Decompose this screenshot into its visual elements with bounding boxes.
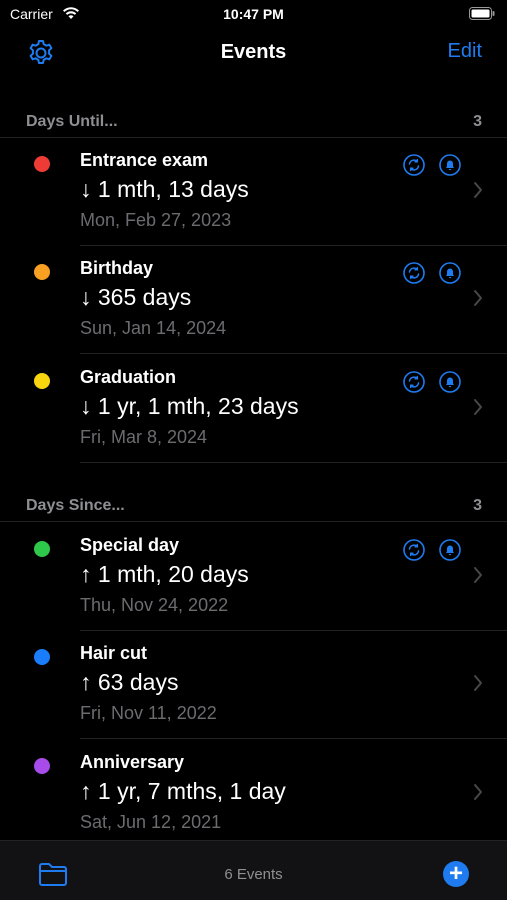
event-date: Sat, Jun 12, 2021 — [80, 812, 222, 832]
bell-icon — [439, 371, 461, 393]
chevron-right-icon — [474, 290, 482, 306]
repeat-icon — [402, 539, 425, 561]
row-icons — [393, 371, 461, 393]
chevron-right-icon — [474, 675, 482, 691]
battery-icon — [469, 7, 495, 20]
bell-icon — [439, 539, 461, 561]
page-title: Events — [220, 41, 287, 63]
repeat-icon — [402, 262, 425, 284]
add-event-button[interactable]: + — [443, 861, 469, 887]
bell-icon — [439, 154, 461, 176]
section-header-since: Days Since... 3 — [0, 492, 507, 522]
chevron-right-icon — [474, 567, 482, 583]
chevron-right-icon — [474, 784, 482, 800]
event-name: Graduation — [80, 367, 177, 387]
list-item[interactable]: Graduation ↓ 1 yr, 1 mth, 23 days Fri, M… — [0, 355, 507, 463]
divider — [80, 462, 507, 463]
event-name: Special day — [80, 535, 180, 555]
repeat-icon — [402, 371, 425, 393]
event-delta: ↑ 1 mth, 20 days — [80, 561, 249, 587]
event-date: Mon, Feb 27, 2023 — [80, 210, 232, 230]
event-delta: ↑ 63 days — [80, 669, 179, 695]
nav-bar: Events Edit — [0, 30, 507, 78]
row-icons — [393, 262, 461, 284]
event-date: Sun, Jan 14, 2024 — [80, 318, 227, 338]
section-count: 3 — [473, 497, 482, 514]
event-name: Entrance exam — [80, 150, 209, 170]
chevron-right-icon — [474, 399, 482, 415]
color-dot — [34, 758, 50, 774]
repeat-icon — [402, 154, 425, 176]
event-date: Fri, Mar 8, 2024 — [80, 427, 208, 447]
event-delta: ↑ 1 yr, 7 mths, 1 day — [80, 778, 286, 804]
event-name: Anniversary — [80, 752, 185, 772]
color-dot — [34, 264, 50, 280]
list-item[interactable]: Birthday ↓ 365 days Sun, Jan 14, 2024 — [0, 246, 507, 354]
divider — [80, 353, 507, 354]
color-dot — [34, 649, 50, 665]
color-dot — [34, 373, 50, 389]
row-icons — [393, 154, 461, 176]
section-title: Days Since... — [26, 497, 125, 514]
divider — [80, 738, 507, 739]
event-delta: ↓ 1 yr, 1 mth, 23 days — [80, 393, 299, 419]
plus-icon: + — [448, 860, 463, 887]
edit-button[interactable]: Edit — [448, 40, 482, 63]
row-icons — [393, 539, 461, 561]
event-date: Thu, Nov 24, 2022 — [80, 595, 229, 615]
bottom-toolbar: 6 Events + — [0, 840, 507, 900]
event-count: 6 Events — [224, 866, 283, 883]
list-item[interactable]: Anniversary ↑ 1 yr, 7 mths, 1 day Sat, J… — [0, 740, 507, 848]
event-delta: ↓ 365 days — [80, 284, 192, 310]
list-item[interactable]: Special day ↑ 1 mth, 20 days Thu, Nov 24… — [0, 523, 507, 631]
event-delta: ↓ 1 mth, 13 days — [80, 176, 249, 202]
list-item[interactable]: Entrance exam ↓ 1 mth, 13 days Mon, Feb … — [0, 138, 507, 246]
list-item[interactable]: Hair cut ↑ 63 days Fri, Nov 11, 2022 — [0, 631, 507, 739]
chevron-right-icon — [474, 182, 482, 198]
section-header-until: Days Until... 3 — [0, 108, 507, 138]
section-title: Days Until... — [26, 113, 118, 130]
section-count: 3 — [473, 113, 482, 130]
color-dot — [34, 541, 50, 557]
bell-icon — [439, 262, 461, 284]
event-name: Hair cut — [80, 643, 148, 663]
event-date: Fri, Nov 11, 2022 — [80, 703, 217, 723]
color-dot — [34, 156, 50, 172]
event-name: Birthday — [80, 258, 154, 278]
status-time: 10:47 PM — [223, 6, 284, 22]
status-bar: Carrier 10:47 PM — [0, 0, 507, 30]
